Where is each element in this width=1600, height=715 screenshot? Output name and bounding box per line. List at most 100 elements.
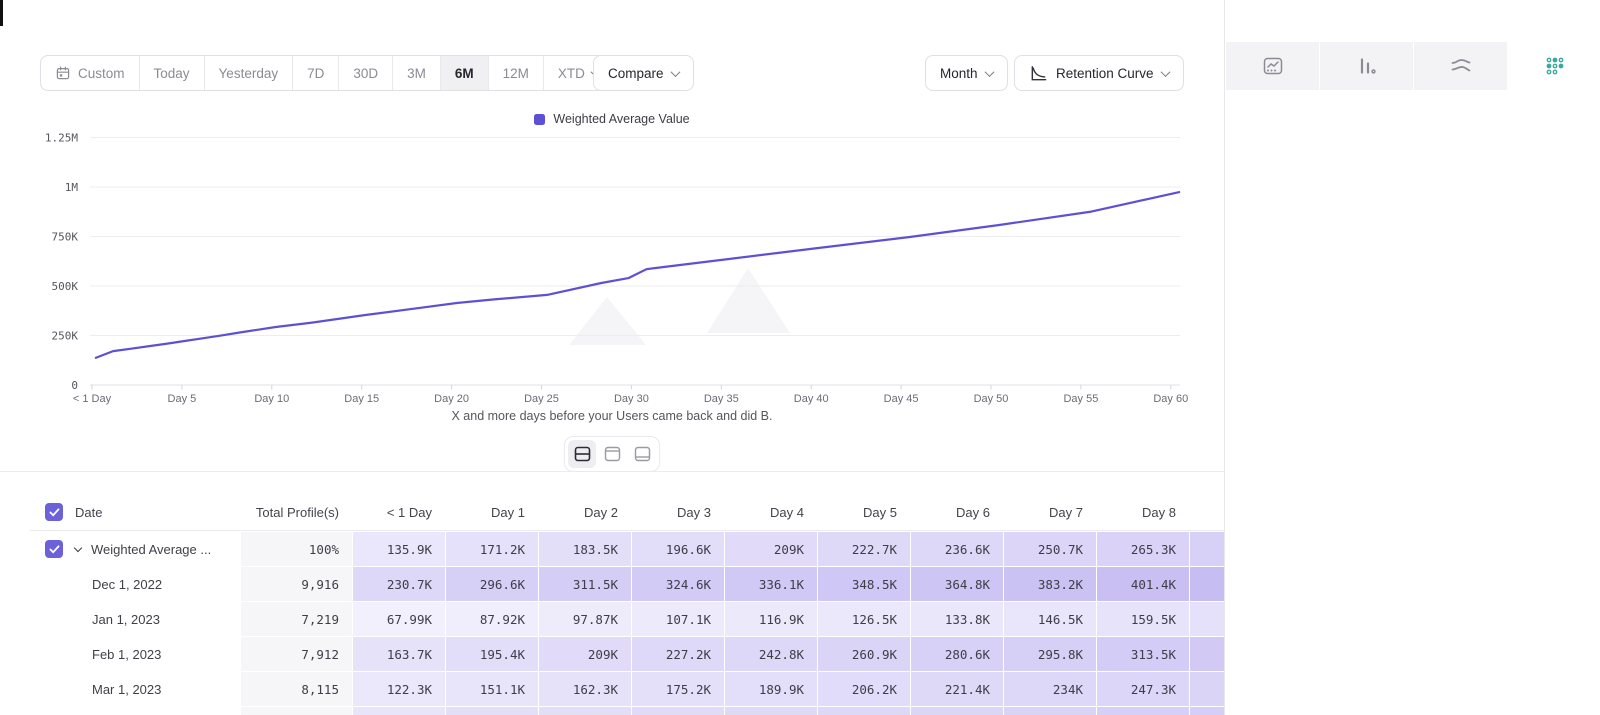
table-header-row: DateTotal Profile(s)< 1 DayDay 1Day 2Day… [30,494,1224,531]
retention-value-cell: 296.6K [446,567,538,601]
split-view-icon [574,446,591,462]
chart-only-toggle[interactable] [598,440,626,468]
svg-text:< 1 Day: < 1 Day [73,393,112,405]
table-row[interactable]: Feb 1, 20237,912163.7K195.4K209K227.2K24… [30,637,1224,671]
column-header[interactable]: Total Profile(s) [240,494,352,530]
retention-table: DateTotal Profile(s)< 1 DayDay 1Day 2Day… [30,494,1224,715]
retention-value-cell [818,707,910,715]
column-header[interactable]: Day 6 [910,494,1003,530]
svg-text:Day 50: Day 50 [974,393,1009,405]
retention-value-cell: 209K [539,637,631,671]
row-label-cell: Dec 1, 2022 [30,567,240,601]
retention-line-chart: 1.25M1M750K500K250K0< 1 DayDay 5Day 10Da… [0,0,1224,430]
table-only-toggle[interactable] [628,440,656,468]
retention-value-cell: 247.3K [1097,672,1189,706]
partial-value-cell [1190,707,1224,715]
retention-curve-line [95,192,1180,358]
retention-value-cell: 324.6K [632,567,724,601]
retention-value-cell: 87.92K [446,602,538,636]
column-header[interactable]: Day 3 [631,494,724,530]
row-label-cell [30,707,240,715]
total-profiles-cell: 100% [241,532,352,566]
retention-value-cell: 67.99K [353,602,445,636]
retention-value-cell: 383.2K [1004,567,1096,601]
total-profiles-cell: 7,912 [241,637,352,671]
row-label-cell: Jan 1, 2023 [30,602,240,636]
split-view-toggle[interactable] [568,440,596,468]
column-header[interactable]: Day 5 [817,494,910,530]
retention-report-app: CustomTodayYesterday7D30D3M6M12MXTD Comp… [0,0,1600,715]
partial-value-cell [1190,672,1224,706]
retention-value-cell: 162.3K [539,672,631,706]
retention-value-cell: 222.7K [818,532,910,566]
svg-text:Day 60: Day 60 [1153,393,1188,405]
table-row[interactable]: Jan 1, 20237,21967.99K87.92K97.87K107.1K… [30,602,1224,636]
svg-text:Day 55: Day 55 [1063,393,1098,405]
retention-value-cell: 230.7K [353,567,445,601]
svg-text:Day 35: Day 35 [704,393,739,405]
watermark-triangle [707,268,790,333]
column-header[interactable]: Day 8 [1096,494,1189,530]
column-header[interactable]: Day 4 [724,494,817,530]
retention-value-cell: 107.1K [632,602,724,636]
svg-text:500K: 500K [52,280,79,293]
table-only-icon [634,446,651,462]
chevron-down-icon[interactable] [74,543,82,551]
table-row[interactable]: Mar 1, 20238,115122.3K151.1K162.3K175.2K… [30,672,1224,706]
retention-value-cell: 122.3K [353,672,445,706]
svg-text:Day 20: Day 20 [434,393,469,405]
retention-icon [1545,56,1565,76]
retention-value-cell [911,707,1003,715]
table-row[interactable]: Dec 1, 20229,916230.7K296.6K311.5K324.6K… [30,567,1224,601]
retention-value-cell: 159.5K [1097,602,1189,636]
svg-text:Day 10: Day 10 [254,393,289,405]
column-header[interactable]: Day 7 [1003,494,1096,530]
retention-value-cell: 97.87K [539,602,631,636]
row-checkbox[interactable] [45,540,63,558]
retention-value-cell: 265.3K [1097,532,1189,566]
retention-value-cell: 196.6K [632,532,724,566]
svg-text:1M: 1M [65,181,79,194]
column-header[interactable]: Day 1 [445,494,538,530]
column-header-date[interactable]: Date [30,494,240,530]
retention-value-cell: 234K [1004,672,1096,706]
retention-value-cell: 206.2K [818,672,910,706]
report-tab-funnels[interactable] [1319,42,1413,90]
retention-value-cell [725,707,817,715]
retention-value-cell: 280.6K [911,637,1003,671]
report-tab-insights[interactable] [1226,42,1319,90]
retention-value-cell: 242.8K [725,637,817,671]
retention-value-cell: 209K [725,532,817,566]
column-header[interactable]: < 1 Day [352,494,445,530]
retention-value-cell: 126.5K [818,602,910,636]
column-header[interactable]: Day 2 [538,494,631,530]
svg-text:750K: 750K [52,231,79,244]
retention-value-cell [539,707,631,715]
table-row[interactable] [30,707,1224,715]
row-label-cell: Mar 1, 2023 [30,672,240,706]
svg-text:Day 5: Day 5 [168,393,197,405]
retention-value-cell [1004,707,1096,715]
svg-text:Day 25: Day 25 [524,393,559,405]
insights-icon [1262,56,1284,76]
retention-value-cell [446,707,538,715]
row-label-cell: Weighted Average ... [30,532,240,566]
retention-value-cell: 295.8K [1004,637,1096,671]
retention-value-cell: 151.1K [446,672,538,706]
retention-value-cell: 348.5K [818,567,910,601]
report-tab-retention[interactable] [1507,42,1600,90]
svg-text:Day 45: Day 45 [884,393,919,405]
row-checkbox[interactable] [45,503,63,521]
table-row[interactable]: Weighted Average ...100%135.9K171.2K183.… [30,532,1224,566]
svg-text:0: 0 [71,379,78,392]
svg-text:Day 30: Day 30 [614,393,649,405]
report-tab-flows[interactable] [1413,42,1507,90]
svg-text:Day 15: Day 15 [344,393,379,405]
retention-value-cell [1097,707,1189,715]
partial-value-cell [1190,637,1224,671]
retention-value-cell: 163.7K [353,637,445,671]
watermark-triangle [569,297,646,345]
retention-value-cell: 313.5K [1097,637,1189,671]
retention-value-cell: 250.7K [1004,532,1096,566]
svg-text:1.25M: 1.25M [45,132,78,145]
